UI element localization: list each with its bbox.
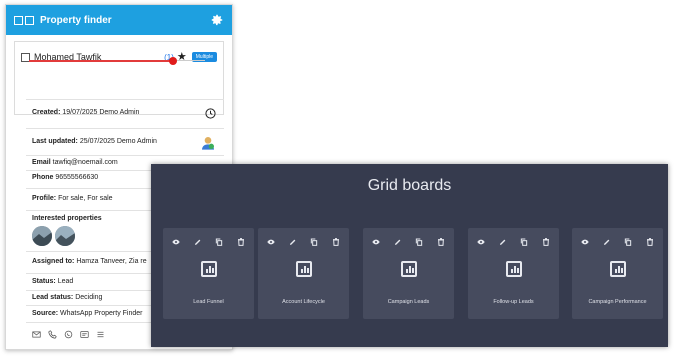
last-updated-label: Last updated: [32,138,78,145]
copy-icon[interactable] [520,238,528,246]
divider [26,99,224,100]
email-label: Email [32,159,51,166]
eye-icon[interactable] [477,238,485,246]
profile-value: For sale, For sale [58,195,113,202]
source-row: Source: WhatsApp Property Finder [32,310,143,317]
header-checkbox-icon[interactable] [25,15,34,25]
contact-actions [32,330,105,339]
profile-row: Profile: For sale, For sale [32,195,113,202]
phone-icon[interactable] [48,330,57,339]
slider-fill [29,60,174,62]
phone-label: Phone [32,174,54,181]
whatsapp-icon[interactable] [64,330,73,339]
pencil-icon[interactable] [603,238,611,246]
grid-board-tile[interactable]: Campaign Leads [363,228,454,319]
board-label: Follow-up Leads [493,299,534,305]
card-header: Property finder [6,5,232,35]
board-actions [372,238,445,246]
interested-label: Interested properties [32,215,102,222]
created-label: Created: [32,109,61,116]
email-row: Email tawfiq@noemail.com [32,159,118,166]
lead-status-value: Deciding [75,294,103,301]
user-avatar-icon[interactable] [200,135,216,151]
trash-icon[interactable] [646,238,654,246]
last-updated-row: Last updated: 25/07/2025 Demo Admin [32,138,157,145]
mail-icon[interactable] [32,330,41,339]
copy-icon[interactable] [624,238,632,246]
phone-value: 96555566630 [55,174,99,181]
pencil-icon[interactable] [499,238,507,246]
board-label: Campaign Performance [588,299,647,305]
slider-thumb[interactable] [169,57,178,65]
contact-box: Mohamed Tawfik (1) ★ Multiple [14,41,224,115]
list-icon[interactable] [96,330,105,339]
trash-icon[interactable] [542,238,550,246]
bar-chart-icon[interactable] [200,261,217,277]
interested-row: Interested properties [32,215,102,222]
bar-chart-icon[interactable] [505,261,522,277]
grid-board-tile[interactable]: Campaign Performance [572,228,663,319]
email-value: tawfiq@noemail.com [52,159,118,166]
assigned-label: Assigned to: [32,258,75,265]
trash-icon[interactable] [237,238,245,246]
created-row: Created: 19/07/2025 Demo Admin [32,109,139,116]
header-checkbox-icon[interactable] [14,15,23,25]
pencil-icon[interactable] [194,238,202,246]
board-label: Lead Funnel [193,299,224,305]
source-value: WhatsApp Property Finder [60,310,143,317]
property-thumbnail[interactable] [55,226,75,246]
trash-icon[interactable] [332,238,340,246]
copy-icon[interactable] [415,238,423,246]
eye-icon[interactable] [581,238,589,246]
bar-chart-icon[interactable] [295,261,312,277]
property-thumbnail[interactable] [32,226,52,246]
assigned-row: Assigned to: Hamza Tanveer, Zia re [32,258,147,265]
copy-icon[interactable] [215,238,223,246]
eye-icon[interactable] [267,238,275,246]
grid-boards-panel: Grid boards Lead Funnel Account Lifecycle… [151,164,668,347]
lead-status-label: Lead status: [32,294,74,301]
sms-icon[interactable] [80,330,89,339]
last-updated-value: 25/07/2025 Demo Admin [79,138,157,145]
source-label: Source: [32,310,59,317]
status-value: Lead [57,278,74,285]
lead-status-row: Lead status: Deciding [32,294,102,301]
divider [26,155,224,156]
status-row: Status: Lead [32,278,73,285]
grid-board-tile[interactable]: Follow-up Leads [468,228,559,319]
profile-label: Profile: [32,195,57,202]
divider [26,128,224,129]
bar-chart-icon[interactable] [400,261,417,277]
pencil-icon[interactable] [289,238,297,246]
grid-board-tile[interactable]: Lead Funnel [163,228,254,319]
created-value: 19/07/2025 Demo Admin [62,109,140,116]
board-actions [581,238,654,246]
assigned-value: Hamza Tanveer, Zia re [76,258,147,265]
gear-icon[interactable] [210,13,224,27]
card-title: Property finder [40,14,112,26]
board-actions [477,238,550,246]
lead-slider[interactable] [29,56,205,66]
clock-icon[interactable] [205,108,216,119]
board-label: Account Lifecycle [282,299,325,305]
bar-chart-icon[interactable] [609,261,626,277]
board-actions [267,238,340,246]
phone-row: Phone 96555566630 [32,174,98,181]
copy-icon[interactable] [310,238,318,246]
status-label: Status: [32,278,56,285]
grid-title: Grid boards [367,177,452,194]
grid-board-tile[interactable]: Account Lifecycle [258,228,349,319]
eye-icon[interactable] [372,238,380,246]
trash-icon[interactable] [437,238,445,246]
board-label: Campaign Leads [387,299,430,305]
eye-icon[interactable] [172,238,180,246]
board-actions [172,238,245,246]
pencil-icon[interactable] [394,238,402,246]
